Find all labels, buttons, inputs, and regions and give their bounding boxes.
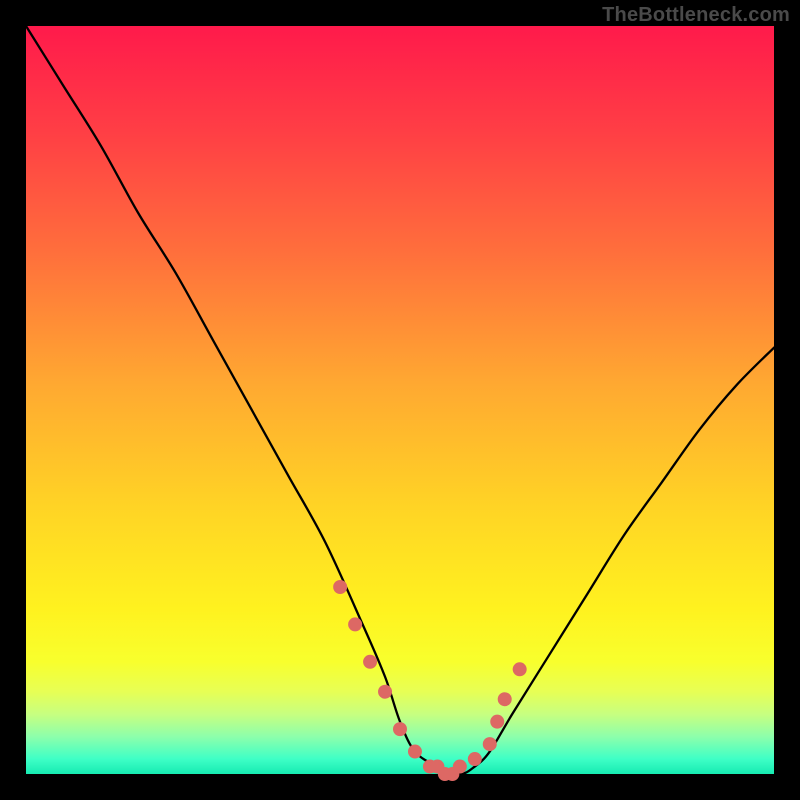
bottleneck-curve: [26, 26, 774, 774]
curve-marker: [513, 662, 527, 676]
curve-marker: [363, 655, 377, 669]
curve-svg: [26, 26, 774, 774]
curve-marker: [333, 580, 347, 594]
plot-area: [26, 26, 774, 774]
curve-marker: [408, 745, 422, 759]
curve-marker: [498, 692, 512, 706]
curve-marker: [468, 752, 482, 766]
outer-frame: TheBottleneck.com: [0, 0, 800, 800]
curve-marker: [378, 685, 392, 699]
curve-marker: [393, 722, 407, 736]
curve-marker: [483, 737, 497, 751]
watermark-text: TheBottleneck.com: [602, 4, 790, 27]
curve-marker: [348, 617, 362, 631]
curve-marker: [490, 715, 504, 729]
curve-marker: [453, 760, 467, 774]
